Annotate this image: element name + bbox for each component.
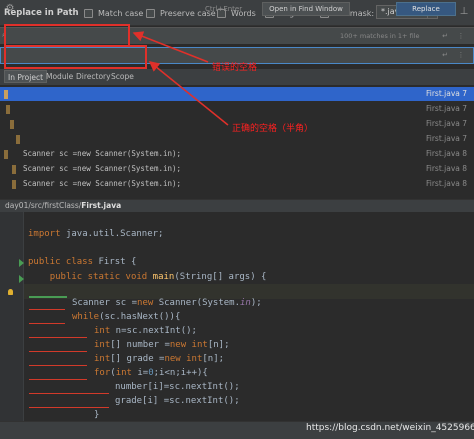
error-underline [29, 379, 87, 380]
code-line-scanner: Scanner sc =new Scanner(System.in); [72, 298, 262, 308]
match-case-checkbox[interactable] [84, 8, 93, 18]
shortcut-hint: Ctrl+Enter [205, 5, 243, 13]
error-underline [29, 393, 109, 394]
result-text: Scanner sc =new Scanner(System.in); [23, 179, 182, 188]
result-row[interactable]: First.java 7 [0, 132, 474, 146]
match-marker [12, 165, 16, 174]
breadcrumb-path: day01/src/firstClass/ [5, 201, 82, 210]
result-file: First.java 7 [426, 134, 468, 143]
match-case-option[interactable]: Match case [84, 7, 143, 19]
match-marker [4, 90, 8, 99]
match-marker [6, 105, 10, 114]
error-underline [29, 365, 87, 366]
result-row[interactable]: Scanner sc =new Scanner(System.in); Firs… [0, 147, 474, 161]
code-line-while: while(sc.hasNext()){ [72, 312, 181, 322]
correct-space-annotation: 正确的空格（半角） [232, 124, 314, 134]
wrong-space-highlight-box [4, 24, 130, 47]
match-marker [16, 135, 20, 144]
error-underline [29, 323, 65, 324]
results-list: First.java 7 First.java 7 First.java 7 F… [0, 87, 474, 192]
result-text: Scanner sc =new Scanner(System.in); [23, 164, 182, 173]
code-line-number-i: number[i]=sc.nextInt(); [115, 382, 240, 392]
match-case-label: Match case [98, 8, 144, 18]
result-row[interactable]: Scanner sc =new Scanner(System.in); Firs… [0, 177, 474, 191]
history-icon[interactable]: ⋮ [456, 31, 466, 41]
result-text: Scanner sc =new Scanner(System.in); [23, 149, 182, 158]
match-marker [10, 120, 14, 129]
error-underline [29, 351, 87, 352]
cursor-line-marker [29, 296, 67, 298]
newline-icon[interactable]: ↵ [440, 50, 450, 60]
result-file: First.java 8 [426, 179, 468, 188]
tab-module[interactable]: Module [46, 72, 73, 81]
error-underline [29, 337, 87, 338]
tab-scope[interactable]: Scope [111, 72, 134, 81]
code-line: public static void main(String[] args) { [49, 272, 267, 282]
editor-gutter [0, 212, 24, 421]
match-marker [4, 150, 8, 159]
history-icon[interactable]: ⋮ [456, 50, 466, 60]
code-line: import java.util.Scanner; [28, 229, 164, 239]
code-line-n: int n=sc.nextInt(); [94, 326, 197, 336]
result-file: First.java 8 [426, 149, 468, 158]
import-text: java.util.Scanner; [65, 229, 164, 239]
code-line-grade: int[] grade =new int[n]; [94, 354, 225, 364]
pin-icon[interactable]: ⊥ [458, 6, 470, 18]
lightbulb-icon[interactable] [8, 289, 13, 295]
result-file: First.java 7 [426, 89, 468, 98]
error-underline [29, 407, 109, 408]
open-in-find-window-button[interactable]: Open in Find Window [262, 2, 350, 16]
code-line: public class First { [28, 257, 137, 267]
watermark: https://blog.csdn.net/weixin_45259664 [306, 423, 474, 433]
tab-directory[interactable]: Directory [76, 72, 111, 81]
replace-button[interactable]: Replace [396, 2, 456, 16]
result-file: First.java 7 [426, 119, 468, 128]
match-marker [12, 180, 16, 189]
result-row[interactable]: Scanner sc =new Scanner(System.in); Firs… [0, 162, 474, 176]
error-underline [29, 309, 65, 310]
wrong-space-annotation: 错误的空格 [212, 63, 258, 73]
preserve-case-checkbox[interactable] [146, 8, 155, 18]
run-icon[interactable] [19, 259, 24, 267]
breadcrumb: day01/src/firstClass/First.java [0, 199, 474, 212]
code-line-for: for(int i=0;i<n;i++){ [94, 368, 208, 378]
result-file: First.java 7 [426, 104, 468, 113]
match-count-label: 100+ matches in 1+ file [340, 32, 420, 40]
gear-icon[interactable]: ⚙ [4, 3, 16, 15]
code-line-grade-i: grade[i] =sc.nextInt(); [115, 396, 240, 406]
result-row[interactable]: First.java 7 [0, 87, 474, 101]
result-file: First.java 8 [426, 164, 468, 173]
breadcrumb-file: First.java [81, 201, 122, 210]
tab-in-project[interactable]: In Project [4, 70, 48, 83]
correct-space-highlight-box [4, 45, 147, 69]
result-row[interactable]: First.java 7 [0, 102, 474, 116]
run-icon[interactable] [19, 275, 24, 283]
code-line-number: int[] number =new int[n]; [94, 340, 230, 350]
newline-icon[interactable]: ↵ [440, 31, 450, 41]
